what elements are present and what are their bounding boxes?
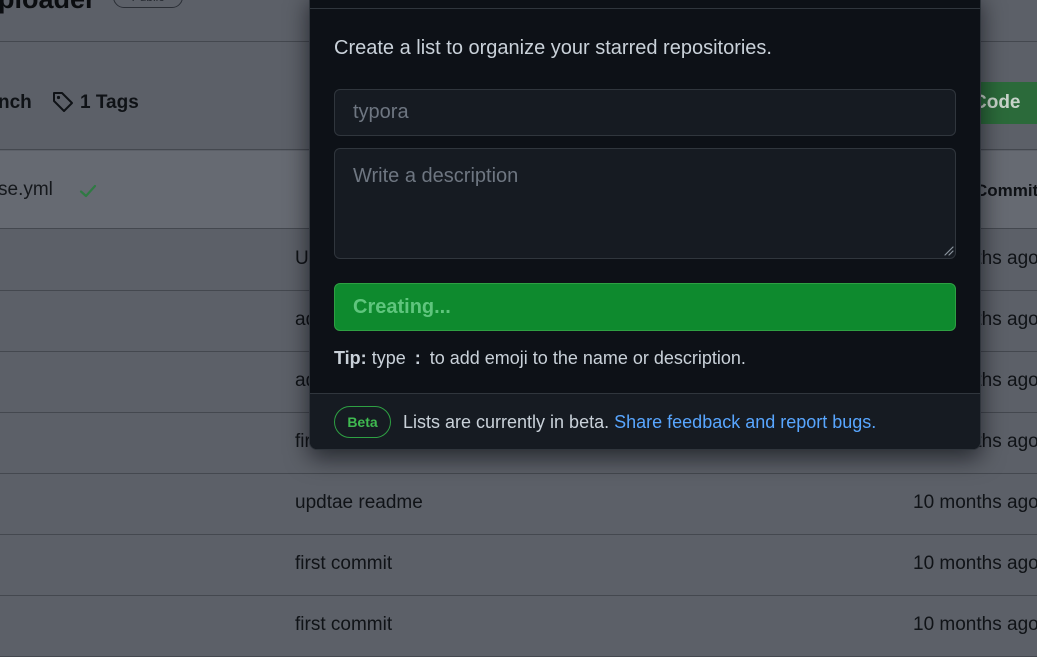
feedback-link[interactable]: Share feedback and report bugs. [614,412,876,432]
emoji-tip: Tip: type : to add emoji to the name or … [334,348,746,369]
repo-name[interactable]: ploader [0,0,96,15]
dialog-footer: Beta Lists are currently in beta. Share … [310,393,980,449]
resize-handle-icon[interactable] [942,244,954,256]
commit-message[interactable]: first commit [295,614,392,636]
list-name-input[interactable] [334,89,956,136]
create-list-button[interactable]: Creating... [334,283,956,331]
commit-time: 10 months ago [913,492,1037,513]
tag-icon [53,92,73,112]
dialog-description: Create a list to organize your starred r… [334,37,772,59]
branch-link[interactable]: nch [0,92,32,114]
tip-label: Tip: [334,348,367,368]
check-icon [79,184,97,198]
tip-text-start: type [371,348,406,368]
beta-notice-text: Lists are currently in beta. [403,412,610,432]
beta-badge: Beta [334,406,391,438]
tags-link[interactable]: 1 Tags [80,92,139,114]
tip-key: : [414,348,421,368]
file-row[interactable]: first commit 10 months ago [0,596,1037,657]
commit-time: 10 months ago [913,614,1037,635]
visibility-badge: Public [113,0,183,8]
file-row[interactable]: first commit 10 months ago [0,535,1037,596]
dialog-header-divider [310,8,980,9]
beta-notice: Lists are currently in beta. Share feedb… [403,412,876,433]
commit-time: 10 months ago [913,553,1037,574]
ci-workflow-file[interactable]: se.yml [0,179,53,201]
commit-message[interactable]: updtae readme [295,492,423,514]
tip-text-end: to add emoji to the name or description. [429,348,746,368]
list-description-input[interactable] [334,148,956,259]
commits-link[interactable]: Commits [975,181,1037,201]
create-list-dialog: Create a list to organize your starred r… [309,0,981,450]
commit-message[interactable]: first commit [295,553,392,575]
file-row[interactable]: updtae readme 10 months ago [0,474,1037,535]
